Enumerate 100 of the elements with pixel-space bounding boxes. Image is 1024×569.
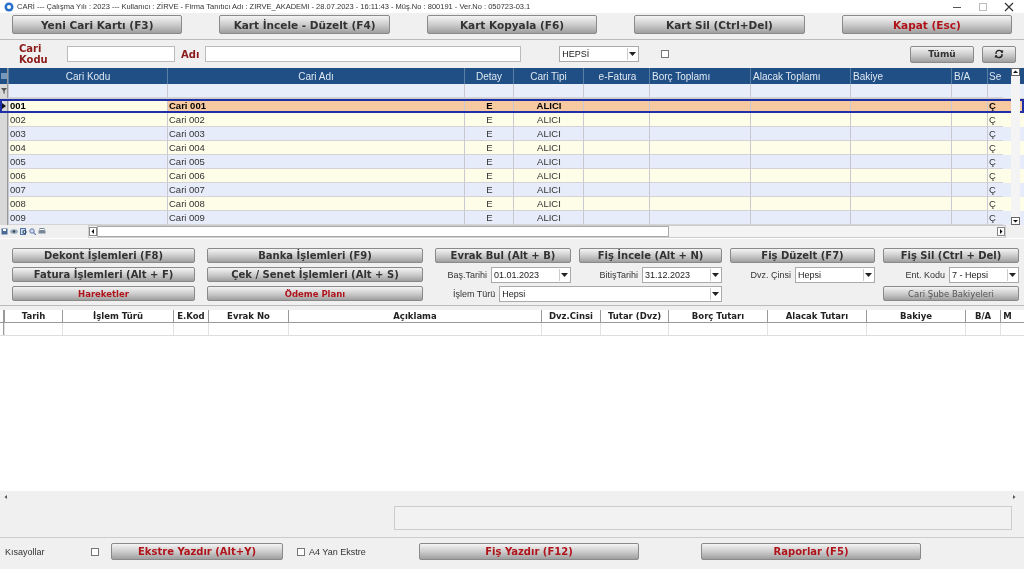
table-row[interactable]: 009 Cari 009 E ALICI Ç bbox=[0, 211, 1024, 225]
button: Cari Şube Bakiyeleri bbox=[883, 286, 1019, 301]
button[interactable]: Fiş İncele (Alt + N) bbox=[579, 248, 722, 263]
document-search-icon[interactable] bbox=[20, 228, 27, 235]
column-header[interactable]: İşlem Türü bbox=[62, 310, 173, 322]
button[interactable]: Dekont İşlemleri (F8) bbox=[12, 248, 195, 263]
caret-icon bbox=[865, 272, 872, 277]
row-pointer-icon bbox=[1, 103, 6, 109]
button[interactable]: Fatura İşlemleri (Alt + F) bbox=[12, 267, 195, 282]
field-label: Dvz. Çinsi bbox=[750, 269, 791, 280]
filter-cell[interactable] bbox=[513, 84, 583, 98]
column-header[interactable]: B/A bbox=[965, 310, 1000, 322]
column-header[interactable]: Tarih bbox=[4, 310, 62, 322]
button[interactable]: Evrak Bul (Alt + B) bbox=[435, 248, 571, 263]
field-label: Cari Kodu bbox=[19, 43, 49, 65]
filter-cell[interactable] bbox=[750, 84, 850, 98]
table-row[interactable]: 008 Cari 008 E ALICI Ç bbox=[0, 197, 1024, 211]
column-header[interactable]: Açıklama bbox=[288, 310, 541, 322]
column-header[interactable]: Dvz.Cinsi bbox=[541, 310, 600, 322]
scroll-thumb[interactable] bbox=[97, 226, 669, 237]
button[interactable]: Çek / Senet İşlemleri (Alt + S) bbox=[207, 267, 423, 282]
filter-cell[interactable] bbox=[583, 84, 649, 98]
eye-icon[interactable] bbox=[10, 228, 18, 235]
filter-cell[interactable] bbox=[464, 84, 513, 98]
grid-menu-icon bbox=[0, 73, 7, 79]
close-icon[interactable] bbox=[1004, 1, 1014, 12]
dropdown[interactable]: 7 - Hepsi bbox=[949, 266, 1019, 283]
table-row[interactable]: 006 Cari 006 E ALICI Ç bbox=[0, 169, 1024, 183]
scrollbar[interactable] bbox=[1011, 68, 1020, 225]
filter-cell[interactable] bbox=[649, 84, 750, 98]
scroll-down-icon bbox=[1011, 217, 1020, 225]
save-icon[interactable] bbox=[1, 228, 8, 235]
field-label: Kısayollar bbox=[5, 546, 46, 557]
table-row[interactable]: 007 Cari 007 E ALICI Ç bbox=[0, 183, 1024, 197]
dropdown[interactable]: HEPSİ bbox=[559, 46, 640, 62]
column-header[interactable]: Tutar (Dvz) bbox=[600, 310, 668, 322]
button[interactable]: Raporlar (F5) bbox=[701, 543, 921, 560]
caret-icon bbox=[1009, 272, 1016, 277]
button[interactable]: Yeni Cari Kartı (F3) bbox=[12, 15, 183, 34]
button[interactable]: Kart İncele - Düzelt (F4) bbox=[219, 15, 390, 34]
column-header[interactable]: Bakiye bbox=[866, 310, 965, 322]
caret-icon bbox=[561, 272, 568, 277]
field-label: Ent. Kodu bbox=[905, 269, 945, 280]
field-label: Baş.Tarihi bbox=[447, 269, 487, 280]
filter-cell[interactable] bbox=[8, 84, 167, 98]
dropdown[interactable]: 01.01.2023 bbox=[491, 266, 571, 283]
search-icon[interactable] bbox=[29, 228, 36, 235]
checkbox-label: A4 Yan Ekstre bbox=[309, 546, 366, 557]
filter-icon bbox=[0, 88, 7, 94]
filter-cell[interactable] bbox=[850, 84, 951, 98]
column-header[interactable]: Alacak Tutarı bbox=[767, 310, 866, 322]
scroll-left-icon bbox=[89, 227, 97, 236]
refresh-button[interactable] bbox=[982, 45, 1016, 63]
scroll-up-icon bbox=[1011, 68, 1020, 76]
column-header[interactable]: E.Kod bbox=[173, 310, 208, 322]
checkbox[interactable] bbox=[297, 547, 305, 556]
table-row[interactable]: 005 Cari 005 E ALICI Ç bbox=[0, 155, 1024, 169]
input-field[interactable] bbox=[205, 46, 522, 62]
table-row[interactable]: 002 Cari 002 E ALICI Ç bbox=[0, 113, 1024, 127]
table-row[interactable]: 001 Cari 001 E ALICI Ç bbox=[0, 99, 1024, 113]
maximize-icon[interactable] bbox=[978, 1, 988, 12]
button[interactable]: Kapat (Esc) bbox=[841, 15, 1013, 34]
refresh-icon bbox=[994, 49, 1004, 59]
button[interactable]: Fiş Düzelt (F7) bbox=[730, 248, 875, 263]
column-header[interactable]: Borç Tutarı bbox=[668, 310, 767, 322]
dropdown[interactable]: Hepsi bbox=[795, 266, 875, 283]
scroll-right-icon bbox=[997, 227, 1005, 236]
field-label: İşlem Türü bbox=[453, 288, 496, 299]
filter-cell[interactable] bbox=[987, 84, 1003, 98]
field-label: BitişTarihi bbox=[599, 269, 638, 280]
column-header[interactable]: M bbox=[1000, 310, 1014, 322]
input-field[interactable] bbox=[67, 46, 175, 62]
button[interactable]: Hareketler bbox=[12, 286, 195, 301]
button[interactable]: Fiş Sil (Ctrl + Del) bbox=[883, 248, 1019, 263]
column-header[interactable]: Evrak No bbox=[208, 310, 288, 322]
scrollbar[interactable] bbox=[0, 491, 1024, 502]
checkbox[interactable] bbox=[91, 547, 99, 556]
checkbox[interactable] bbox=[661, 50, 670, 58]
filter-cell[interactable] bbox=[951, 84, 987, 98]
button[interactable]: Banka İşlemleri (F9) bbox=[207, 248, 423, 263]
table-row[interactable]: 004 Cari 004 E ALICI Ç bbox=[0, 141, 1024, 155]
table-row[interactable]: 003 Cari 003 E ALICI Ç bbox=[0, 127, 1024, 141]
caret-icon bbox=[629, 52, 637, 56]
scroll-right-icon bbox=[1010, 492, 1018, 501]
dropdown[interactable]: Hepsi bbox=[499, 285, 722, 302]
table-cell: 001 bbox=[8, 99, 167, 113]
button[interactable]: Ekstre Yazdır (Alt+Y) bbox=[111, 543, 283, 560]
scroll-left-icon bbox=[2, 492, 10, 501]
caret-icon bbox=[712, 272, 719, 277]
button[interactable]: Kart Sil (Ctrl+Del) bbox=[634, 15, 805, 34]
filter-cell[interactable] bbox=[167, 84, 464, 98]
dropdown[interactable]: 31.12.2023 bbox=[642, 266, 722, 283]
scrollbar[interactable] bbox=[88, 225, 1006, 238]
button[interactable]: Ödeme Planı bbox=[207, 286, 423, 301]
button[interactable]: Fiş Yazdır (F12) bbox=[419, 543, 639, 560]
caret-icon bbox=[712, 291, 719, 296]
button[interactable]: Tümü bbox=[910, 45, 974, 63]
field-label: Adı bbox=[181, 48, 200, 60]
button[interactable]: Kart Kopyala (F6) bbox=[426, 15, 598, 34]
printer-icon[interactable] bbox=[38, 228, 46, 235]
